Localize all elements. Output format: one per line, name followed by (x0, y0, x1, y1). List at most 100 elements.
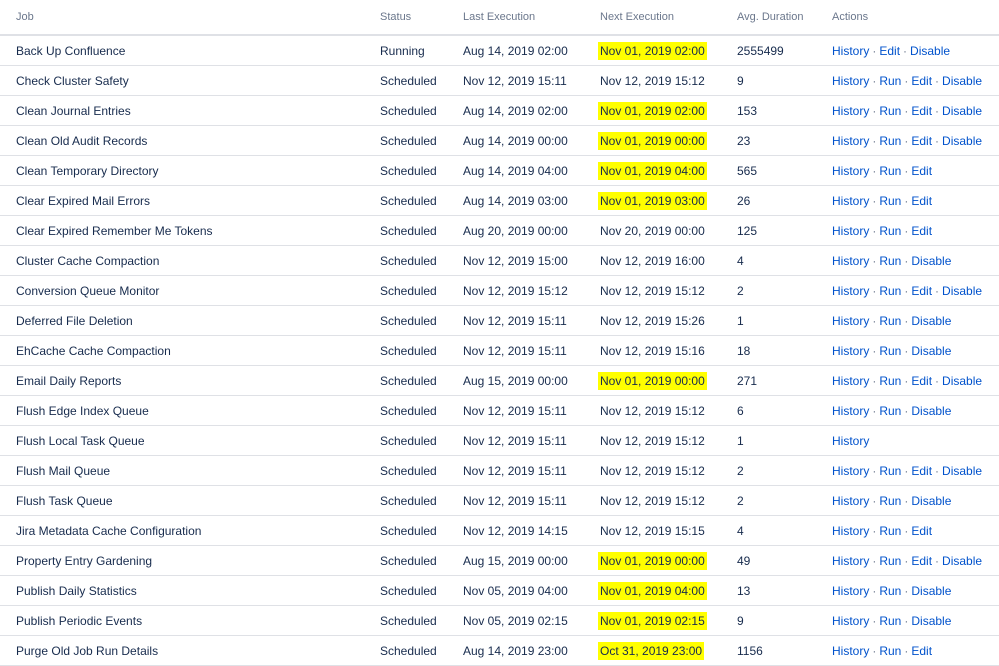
action-separator: · (872, 553, 877, 568)
job-actions: History · Run · Edit · Disable (832, 545, 999, 576)
action-separator: · (904, 193, 909, 208)
action-link-disable[interactable]: Disable (942, 74, 982, 88)
column-header-last-execution[interactable]: Last Execution (463, 0, 600, 36)
action-link-disable[interactable]: Disable (942, 104, 982, 118)
action-link-run[interactable]: Run (879, 104, 901, 118)
action-link-disable[interactable]: Disable (942, 464, 982, 478)
action-link-history[interactable]: History (832, 644, 869, 658)
action-link-history[interactable]: History (832, 164, 869, 178)
action-link-run[interactable]: Run (879, 464, 901, 478)
action-link-history[interactable]: History (832, 74, 869, 88)
action-link-edit[interactable]: Edit (911, 134, 932, 148)
action-link-run[interactable]: Run (879, 494, 901, 508)
table-body: Back Up Confluence Running Aug 14, 2019 02… (0, 35, 999, 666)
avg-duration: 23 (737, 125, 832, 156)
action-link-run[interactable]: Run (879, 164, 901, 178)
action-link-history[interactable]: History (832, 344, 869, 358)
job-status: Scheduled (380, 545, 463, 576)
action-link-history[interactable]: History (832, 494, 869, 508)
action-link-run[interactable]: Run (879, 224, 901, 238)
action-separator: · (904, 553, 909, 568)
job-actions: History · Run · Disable (832, 395, 999, 426)
action-link-edit[interactable]: Edit (911, 464, 932, 478)
job-actions: History · Run · Edit · Disable (832, 125, 999, 156)
action-link-history[interactable]: History (832, 224, 869, 238)
last-execution: Aug 20, 2019 00:00 (463, 215, 600, 246)
action-link-disable[interactable]: Disable (942, 134, 982, 148)
action-link-disable[interactable]: Disable (911, 344, 951, 358)
action-link-history[interactable]: History (832, 524, 869, 538)
action-link-edit[interactable]: Edit (911, 284, 932, 298)
action-link-disable[interactable]: Disable (942, 374, 982, 388)
action-link-disable[interactable]: Disable (910, 44, 950, 58)
action-link-edit[interactable]: Edit (911, 74, 932, 88)
action-link-edit[interactable]: Edit (911, 524, 932, 538)
action-link-history[interactable]: History (832, 104, 869, 118)
next-execution: Nov 01, 2019 00:00 (598, 365, 737, 396)
action-link-history[interactable]: History (832, 284, 869, 298)
action-link-disable[interactable]: Disable (911, 494, 951, 508)
next-execution: Nov 12, 2019 15:12 (600, 425, 737, 456)
action-separator: · (904, 523, 909, 538)
action-link-history[interactable]: History (832, 554, 869, 568)
action-link-run[interactable]: Run (879, 614, 901, 628)
action-link-edit[interactable]: Edit (911, 164, 932, 178)
action-separator: · (872, 133, 877, 148)
action-link-disable[interactable]: Disable (911, 314, 951, 328)
column-header-status[interactable]: Status (380, 0, 463, 36)
job-name: Clean Old Audit Records (0, 125, 380, 156)
action-link-run[interactable]: Run (879, 524, 901, 538)
action-link-run[interactable]: Run (879, 284, 901, 298)
action-link-history[interactable]: History (832, 44, 869, 58)
action-link-run[interactable]: Run (879, 74, 901, 88)
action-link-history[interactable]: History (832, 254, 869, 268)
action-link-run[interactable]: Run (879, 314, 901, 328)
action-link-edit[interactable]: Edit (879, 44, 900, 58)
action-link-history[interactable]: History (832, 584, 869, 598)
action-link-history[interactable]: History (832, 614, 869, 628)
column-header-job[interactable]: Job (0, 0, 380, 36)
action-link-run[interactable]: Run (879, 194, 901, 208)
action-link-history[interactable]: History (832, 434, 869, 448)
last-execution: Nov 12, 2019 15:11 (463, 455, 600, 486)
next-execution-highlighted: Nov 01, 2019 04:00 (598, 161, 707, 180)
action-link-disable[interactable]: Disable (911, 404, 951, 418)
action-link-disable[interactable]: Disable (911, 614, 951, 628)
action-link-run[interactable]: Run (879, 344, 901, 358)
column-header-avg-duration[interactable]: Avg. Duration (737, 0, 832, 36)
action-link-run[interactable]: Run (879, 254, 901, 268)
action-link-edit[interactable]: Edit (911, 104, 932, 118)
job-name: Cluster Cache Compaction (0, 245, 380, 276)
column-header-actions: Actions (832, 0, 999, 36)
action-link-history[interactable]: History (832, 314, 869, 328)
action-link-disable[interactable]: Disable (911, 584, 951, 598)
last-execution: Aug 14, 2019 23:00 (463, 635, 600, 666)
action-link-disable[interactable]: Disable (942, 554, 982, 568)
table-row: Publish Daily Statistics Scheduled Nov 05,… (0, 575, 999, 606)
action-link-disable[interactable]: Disable (942, 284, 982, 298)
action-link-edit[interactable]: Edit (911, 224, 932, 238)
action-link-run[interactable]: Run (879, 644, 901, 658)
action-link-run[interactable]: Run (879, 374, 901, 388)
action-link-disable[interactable]: Disable (911, 254, 951, 268)
action-link-run[interactable]: Run (879, 404, 901, 418)
next-execution-value: Nov 12, 2019 16:00 (600, 253, 705, 268)
action-link-history[interactable]: History (832, 134, 869, 148)
table-row: Clean Journal Entries Scheduled Aug 14, 20… (0, 95, 999, 126)
action-link-history[interactable]: History (832, 404, 869, 418)
action-link-run[interactable]: Run (879, 134, 901, 148)
column-header-next-execution[interactable]: Next Execution (600, 0, 737, 36)
action-link-history[interactable]: History (832, 194, 869, 208)
action-link-edit[interactable]: Edit (911, 194, 932, 208)
action-link-history[interactable]: History (832, 374, 869, 388)
next-execution-highlighted: Nov 01, 2019 00:00 (598, 371, 707, 390)
action-separator: · (904, 403, 909, 418)
action-link-edit[interactable]: Edit (911, 554, 932, 568)
action-link-run[interactable]: Run (879, 584, 901, 598)
action-link-run[interactable]: Run (879, 554, 901, 568)
action-link-edit[interactable]: Edit (911, 644, 932, 658)
action-link-history[interactable]: History (832, 464, 869, 478)
avg-duration: 2 (737, 455, 832, 486)
action-separator: · (904, 283, 909, 298)
action-link-edit[interactable]: Edit (911, 374, 932, 388)
